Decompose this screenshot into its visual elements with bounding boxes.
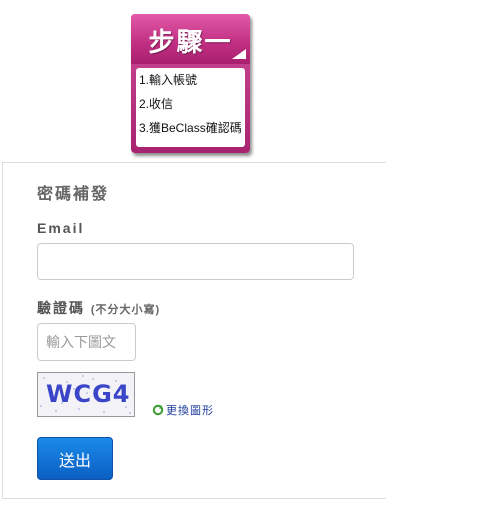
email-field[interactable] bbox=[37, 243, 354, 280]
email-label: Email bbox=[37, 220, 85, 236]
step-badge: 步驟一 1.輸入帳號 2.收信 3.獲BeClass確認碼 bbox=[131, 14, 250, 153]
refresh-captcha-link[interactable]: 更換圖形 bbox=[152, 402, 214, 418]
step-list: 1.輸入帳號 2.收信 3.獲BeClass確認碼 bbox=[136, 68, 245, 147]
refresh-label[interactable]: 更換圖形 bbox=[166, 402, 214, 418]
captcha-input[interactable] bbox=[37, 323, 136, 361]
step-item-1: 1.輸入帳號 bbox=[139, 73, 198, 87]
step-header: 步驟一 bbox=[131, 14, 250, 64]
captcha-label: 驗證碼 bbox=[37, 300, 85, 316]
captcha-label-row: 驗證碼 (不分大小寫) bbox=[37, 298, 160, 318]
step-item-3: 3.獲BeClass確認碼 bbox=[139, 121, 242, 135]
captcha-text: WCG4 bbox=[46, 380, 131, 408]
refresh-icon bbox=[152, 404, 164, 416]
captcha-hint: (不分大小寫) bbox=[90, 304, 161, 316]
page-title: 密碼補發 bbox=[37, 186, 110, 203]
page-fold-icon bbox=[232, 49, 246, 59]
captcha-image: WCG4 bbox=[37, 372, 135, 417]
submit-button[interactable]: 送出 bbox=[37, 437, 113, 480]
step-item-2: 2.收信 bbox=[139, 97, 174, 111]
